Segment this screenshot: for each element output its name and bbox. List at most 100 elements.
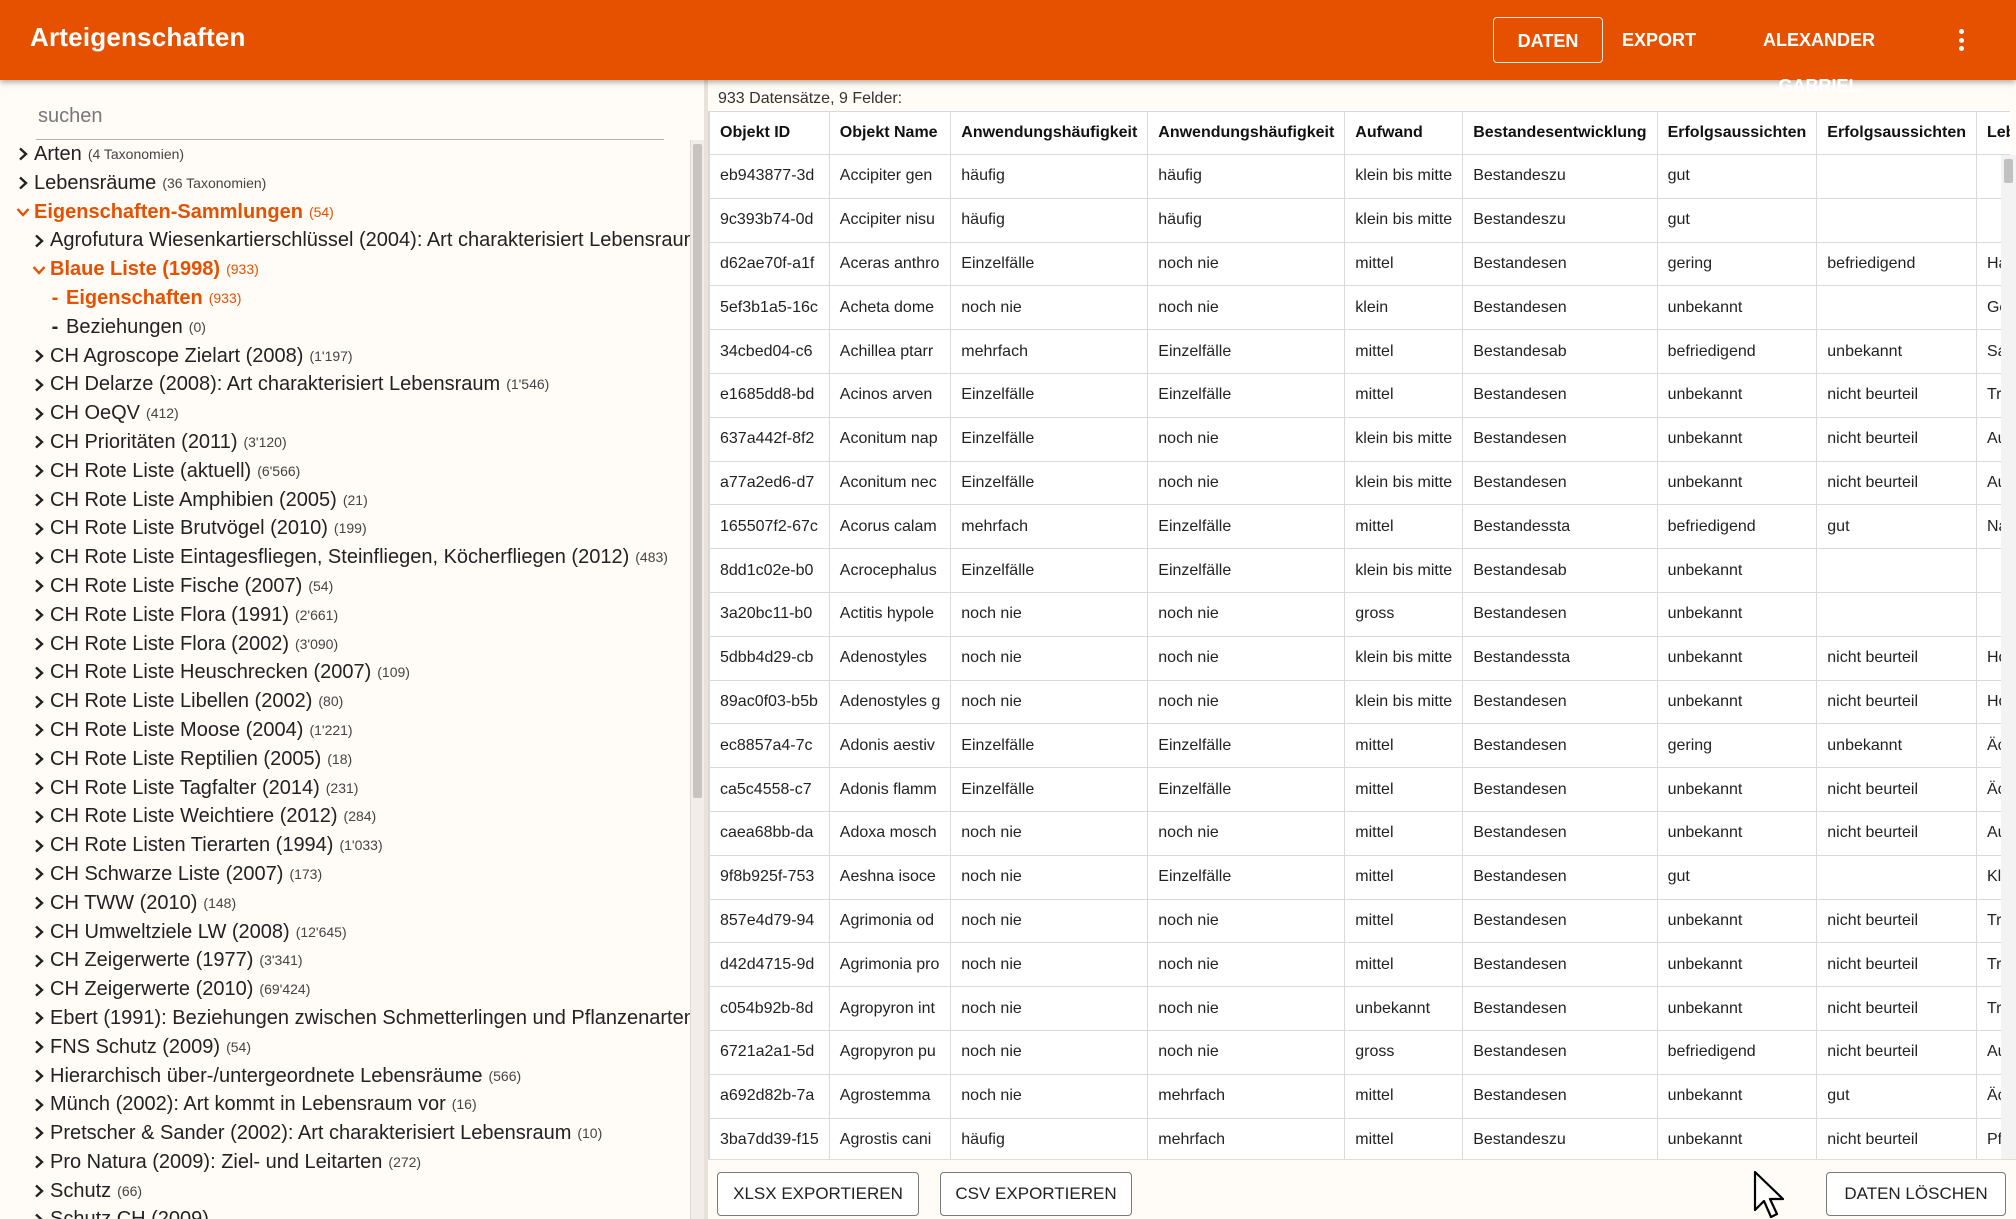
chevron-right-icon[interactable]: [14, 140, 32, 169]
tree-item[interactable]: CH Rote Liste Heuschrecken (2007) (109): [0, 658, 690, 687]
grid-scrollbar-thumb[interactable]: [2004, 159, 2013, 183]
tree-item[interactable]: Ebert (1991): Beziehungen zwischen Schme…: [0, 1004, 690, 1033]
table-row[interactable]: 89ac0f03-b5b Adenostyles g noch nie noch ni…: [709, 679, 2010, 725]
tree-item[interactable]: Lebensräume (36 Taxonomien): [0, 169, 690, 198]
table-row[interactable]: 6721a2a1-5d Agropyron pu noch nie noch nie g…: [709, 1029, 2010, 1075]
tree-scrollbar[interactable]: [690, 140, 704, 1219]
chevron-down-icon[interactable]: [14, 198, 32, 227]
tree-item[interactable]: CH Rote Liste Weichtiere (2012) (284): [0, 802, 690, 831]
chevron-right-icon[interactable]: [30, 1119, 48, 1148]
tree-item[interactable]: Eigenschaften-Sammlungen (54): [0, 198, 690, 227]
chevron-right-icon[interactable]: [30, 889, 48, 918]
tree-item[interactable]: CH Rote Liste Moose (2004) (1'221): [0, 716, 690, 745]
search-input[interactable]: [36, 94, 664, 138]
chevron-right-icon[interactable]: [30, 1148, 48, 1177]
tree-item[interactable]: CH Rote Liste Tagfalter (2014) (231): [0, 774, 690, 803]
chevron-right-icon[interactable]: [30, 342, 48, 371]
chevron-right-icon[interactable]: [14, 169, 32, 198]
tree-item[interactable]: Arten (4 Taxonomien): [0, 140, 690, 169]
table-row[interactable]: 34cbed04-c6 Achillea ptarr mehrfach Einzelf…: [709, 329, 2010, 374]
more-vert-icon[interactable]: [1946, 25, 1976, 55]
tree-item[interactable]: Pretscher & Sander (2002): Art charakter…: [0, 1119, 690, 1148]
table-row[interactable]: 5ef3b1a5-16c Acheta dome noch nie noch nie k…: [709, 285, 2010, 331]
tree-item[interactable]: CH Rote Liste Flora (1991) (2'661): [0, 601, 690, 630]
tree-item[interactable]: CH Schwarze Liste (2007) (173): [0, 860, 690, 889]
chevron-right-icon[interactable]: [30, 1205, 48, 1219]
chevron-right-icon[interactable]: [30, 1062, 48, 1091]
table-row[interactable]: d62ae70f-a1f Aceras anthro Einzelfälle noch…: [709, 241, 2010, 287]
nav-daten-button[interactable]: DATEN: [1493, 17, 1603, 63]
table-row[interactable]: 637a442f-8f2 Aconitum nap Einzelfälle noch …: [709, 416, 2010, 462]
tree-item[interactable]: CH Rote Liste Eintagesfliegen, Steinflie…: [0, 543, 690, 572]
table-row[interactable]: 9c393b74-0d Accipiter nisu häufig häufig kle…: [709, 197, 2010, 243]
column-header[interactable]: Bestandesentwicklung: [1462, 111, 1658, 155]
tree-item[interactable]: Schutz (66): [0, 1177, 690, 1206]
table-row[interactable]: c054b92b-8d Agropyron int noch nie noch nie…: [709, 986, 2010, 1031]
table-row[interactable]: eb943877-3d Accipiter gen häufig häufig klei…: [709, 154, 2010, 199]
chevron-right-icon[interactable]: [30, 1090, 48, 1119]
chevron-right-icon[interactable]: [30, 1033, 48, 1062]
tree-item[interactable]: CH Agroscope Zielart (2008) (1'197): [0, 342, 690, 371]
chevron-right-icon[interactable]: [30, 687, 48, 716]
tree-item[interactable]: Münch (2002): Art kommt in Lebensraum vo…: [0, 1090, 690, 1119]
column-header[interactable]: Erfolgsaussichten: [1656, 111, 1818, 155]
tree-item[interactable]: Pro Natura (2009): Ziel- und Leitarten (2…: [0, 1148, 690, 1177]
table-row[interactable]: e1685dd8-bd Acinos arven Einzelfälle Einzel…: [709, 372, 2010, 418]
chevron-right-icon[interactable]: [30, 428, 48, 457]
tree-item[interactable]: CH Rote Liste Brutvögel (2010) (199): [0, 514, 690, 543]
tree-item[interactable]: Schutz CH (2009): [0, 1205, 690, 1219]
column-header[interactable]: Anwendungshäufigkeit: [950, 111, 1149, 155]
chevron-right-icon[interactable]: [30, 601, 48, 630]
chevron-right-icon[interactable]: [30, 658, 48, 687]
chevron-right-icon[interactable]: [30, 572, 48, 601]
table-row[interactable]: 857e4d79-94 Agrimonia od noch nie noch nie m…: [709, 898, 2010, 944]
tree-item[interactable]: CH Rote Liste Flora (2002) (3'090): [0, 630, 690, 659]
tree-item[interactable]: CH Rote Liste Fische (2007) (54): [0, 572, 690, 601]
chevron-right-icon[interactable]: [30, 1177, 48, 1206]
table-row[interactable]: ca5c4558-c7 Adonis flamm Einzelfälle Einzel…: [709, 767, 2010, 812]
chevron-right-icon[interactable]: [30, 457, 48, 486]
tree-item[interactable]: FNS Schutz (2009) (54): [0, 1033, 690, 1062]
table-row[interactable]: ec8857a4-7c Adonis aestiv Einzelfälle Einze…: [709, 723, 2010, 769]
tree-item[interactable]: CH Rote Liste Reptilien (2005) (18): [0, 745, 690, 774]
chevron-right-icon[interactable]: [30, 745, 48, 774]
table-row[interactable]: 165507f2-67c Acorus calam mehrfach Einzelfä…: [709, 504, 2010, 550]
chevron-right-icon[interactable]: [30, 514, 48, 543]
tree-item[interactable]: - Eigenschaften (933): [0, 284, 690, 313]
chevron-right-icon[interactable]: [30, 831, 48, 860]
nav-export-button[interactable]: EXPORT: [1614, 17, 1704, 63]
chevron-right-icon[interactable]: [30, 860, 48, 889]
column-header[interactable]: Objekt Name: [828, 111, 952, 155]
csv-export-button[interactable]: CSV EXPORTIEREN: [940, 1172, 1132, 1216]
table-row[interactable]: 3ba7dd39-f15 Agrostis cani häufig mehrfach m…: [709, 1117, 2010, 1163]
column-header[interactable]: Objekt ID: [709, 111, 830, 155]
tree-item[interactable]: CH Prioritäten (2011) (3'120): [0, 428, 690, 457]
column-header[interactable]: Lebensraum: [1975, 111, 2010, 155]
tree-item[interactable]: CH Rote Listen Tierarten (1994) (1'033): [0, 831, 690, 860]
table-row[interactable]: a77a2ed6-d7 Aconitum nec Einzelfälle noch n…: [709, 460, 2010, 506]
chevron-down-icon[interactable]: [30, 255, 48, 284]
chevron-right-icon[interactable]: [30, 370, 48, 399]
column-header[interactable]: Aufwand: [1344, 111, 1464, 155]
chevron-right-icon[interactable]: [30, 716, 48, 745]
grid-scrollbar[interactable]: [2001, 155, 2016, 1189]
chevron-right-icon[interactable]: [30, 630, 48, 659]
tree-item[interactable]: CH Rote Liste (aktuell) (6'566): [0, 457, 690, 486]
tree-item[interactable]: CH Rote Liste Libellen (2002) (80): [0, 687, 690, 716]
tree-item[interactable]: CH TWW (2010) (148): [0, 889, 690, 918]
tree-item[interactable]: CH OeQV (412): [0, 399, 690, 428]
tree-item[interactable]: Agrofutura Wiesenkartierschlüssel (2004)…: [0, 226, 690, 255]
chevron-right-icon[interactable]: [30, 802, 48, 831]
tree-item[interactable]: CH Umweltziele LW (2008) (12'645): [0, 918, 690, 947]
chevron-right-icon[interactable]: [30, 975, 48, 1004]
tree-item[interactable]: CH Zeigerwerte (1977) (3'341): [0, 946, 690, 975]
tree-item[interactable]: Hierarchisch über-/untergeordnete Lebens…: [0, 1062, 690, 1091]
table-row[interactable]: d42d4715-9d Agrimonia pro noch nie noch nie…: [709, 942, 2010, 988]
tree-item[interactable]: CH Zeigerwerte (2010) (69'424): [0, 975, 690, 1004]
column-header[interactable]: Erfolgsaussichten: [1816, 111, 1977, 155]
chevron-right-icon[interactable]: [30, 226, 48, 255]
table-row[interactable]: 5dbb4d29-cb Adenostyles noch nie noch nie kl…: [709, 635, 2010, 681]
tree-item[interactable]: Blaue Liste (1998) (933): [0, 255, 690, 284]
table-row[interactable]: 9f8b925f-753 Aeshna isoce noch nie Einzelfä…: [709, 854, 2010, 900]
xlsx-export-button[interactable]: XLSX EXPORTIEREN: [717, 1172, 919, 1216]
